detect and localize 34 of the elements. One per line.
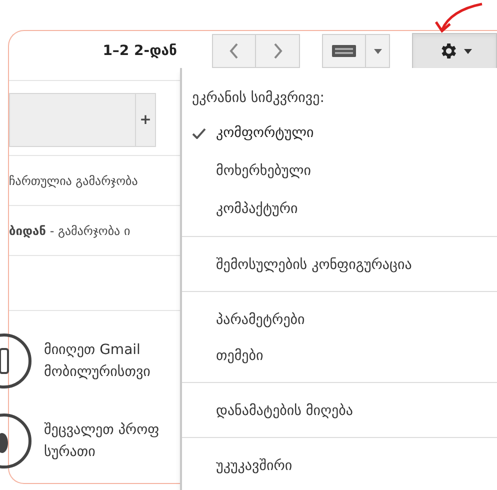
- message-snippet[interactable]: ჩართულია გამარჯობა: [9, 172, 138, 190]
- keyboard-button[interactable]: [322, 34, 366, 68]
- menu-item[interactable]: დანამატების მიღება: [182, 393, 497, 429]
- promo-text[interactable]: მობილურისთვი: [44, 361, 150, 383]
- annotation-arrow: [432, 2, 484, 34]
- circle-icon: [0, 331, 32, 391]
- circle-icon: [0, 411, 32, 471]
- add-tab-button[interactable]: +: [135, 94, 155, 146]
- menu-item[interactable]: შემოსულების კონფიგურაცია: [182, 247, 497, 283]
- promo-text[interactable]: სურათი: [44, 441, 160, 463]
- chevron-left-icon: [229, 43, 239, 59]
- option-label: კომფორტული: [216, 124, 314, 142]
- menu-item[interactable]: უკუკავშირი: [182, 448, 497, 484]
- caret-icon: [464, 48, 472, 54]
- checkmark-icon: [192, 128, 206, 138]
- option-label: მოხერხებული: [216, 162, 312, 180]
- pagination-text: 1–2 2-დან: [102, 42, 177, 60]
- density-option[interactable]: კომპაქტური: [182, 190, 497, 228]
- settings-button[interactable]: [412, 33, 497, 69]
- promo-text[interactable]: მიიღეთ Gmail: [44, 339, 150, 361]
- chevron-right-icon: [272, 43, 282, 59]
- menu-item[interactable]: პარამეტრები: [182, 302, 497, 338]
- next-button[interactable]: [256, 34, 300, 68]
- menu-item[interactable]: თემები: [182, 338, 497, 374]
- dropdown-button[interactable]: [366, 34, 390, 68]
- density-option[interactable]: კომფორტული: [182, 114, 497, 152]
- previous-button[interactable]: [212, 34, 256, 68]
- message-snippet[interactable]: ბიდან - გამარჯობა ი: [9, 222, 130, 240]
- option-label: კომპაქტური: [216, 200, 298, 218]
- promo-text[interactable]: შეცვალეთ პროფ: [44, 419, 160, 441]
- caret-icon: [374, 48, 382, 54]
- menu-header: ეკრანის სიმკვრივე:: [191, 89, 326, 108]
- density-option[interactable]: მოხერხებული: [182, 152, 497, 190]
- keyboard-icon: [332, 45, 356, 57]
